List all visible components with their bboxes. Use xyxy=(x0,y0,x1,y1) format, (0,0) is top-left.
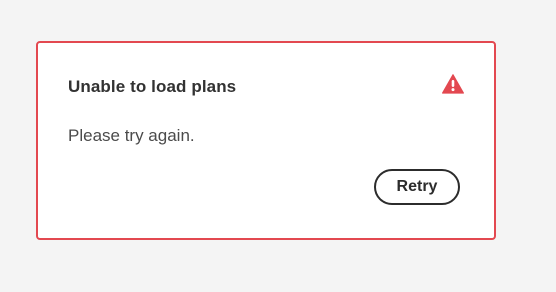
retry-button[interactable]: Retry xyxy=(374,169,460,205)
alert-message: Please try again. xyxy=(68,126,195,145)
alert-title: Unable to load plans xyxy=(68,77,237,96)
alert-triangle-icon xyxy=(442,74,464,94)
error-alert-card: Unable to load plans Please try again. R… xyxy=(36,41,496,240)
